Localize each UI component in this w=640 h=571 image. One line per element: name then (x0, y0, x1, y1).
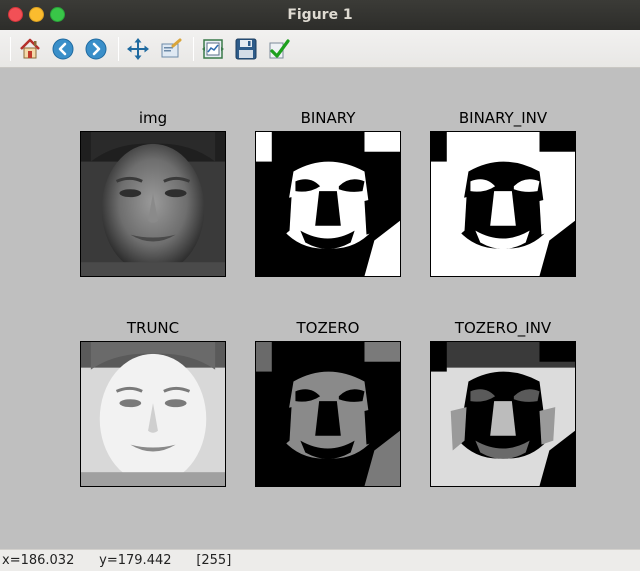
face-image-tozero (256, 342, 400, 486)
subplot-title: TOZERO (296, 319, 360, 337)
edit-axis-button[interactable] (264, 34, 294, 64)
forward-icon (85, 38, 107, 59)
configure-subplots-button[interactable] (198, 34, 228, 64)
image-axes[interactable] (80, 341, 226, 487)
toolbar-separator (118, 36, 119, 61)
back-button[interactable] (48, 34, 78, 64)
title-bar: Figure 1 (0, 0, 640, 30)
image-axes[interactable] (80, 131, 226, 277)
toolbar-separator (193, 36, 194, 61)
subplot-title: img (138, 109, 168, 127)
configure-subplots-icon (202, 38, 224, 59)
face-image-binary-inv (431, 132, 575, 276)
window-controls (8, 7, 65, 22)
maximize-button[interactable] (50, 7, 65, 22)
window-title: Figure 1 (287, 7, 353, 23)
edit-axis-icon (269, 38, 290, 58)
save-button[interactable] (231, 34, 261, 64)
figure-window: Figure 1 img BINARY BINARY_INV TRUNC TOZ… (0, 0, 640, 571)
home-icon (20, 38, 40, 58)
status-y-coordinate: y=179.442 (99, 553, 172, 568)
image-axes[interactable] (430, 341, 576, 487)
subplot-title: TOZERO_INV (454, 319, 552, 337)
face-image-binary (256, 132, 400, 276)
status-bar: x=186.032 y=179.442 [255] (0, 549, 640, 571)
zoom-icon (161, 38, 182, 57)
subplot-title: BINARY (300, 109, 356, 127)
navigation-toolbar (0, 30, 640, 68)
pan-button[interactable] (123, 34, 153, 64)
status-x-coordinate: x=186.032 (2, 553, 75, 568)
image-axes[interactable] (430, 131, 576, 277)
minimize-button[interactable] (29, 7, 44, 22)
pan-icon (127, 37, 149, 60)
close-button[interactable] (8, 7, 23, 22)
subplot-title: BINARY_INV (458, 109, 548, 127)
back-icon (52, 38, 74, 59)
figure-canvas[interactable]: img BINARY BINARY_INV TRUNC TOZERO TOZER… (0, 69, 640, 549)
subplot-title: TRUNC (126, 319, 180, 337)
zoom-button[interactable] (156, 34, 186, 64)
face-image-tozero-inv (431, 342, 575, 486)
save-icon (235, 38, 257, 59)
image-axes[interactable] (255, 131, 401, 277)
forward-button[interactable] (81, 34, 111, 64)
image-axes[interactable] (255, 341, 401, 487)
toolbar-separator (10, 36, 11, 61)
home-button[interactable] (15, 34, 45, 64)
face-image-gray (81, 132, 225, 276)
status-pixel-value: [255] (196, 553, 232, 568)
face-image-trunc (81, 342, 225, 486)
